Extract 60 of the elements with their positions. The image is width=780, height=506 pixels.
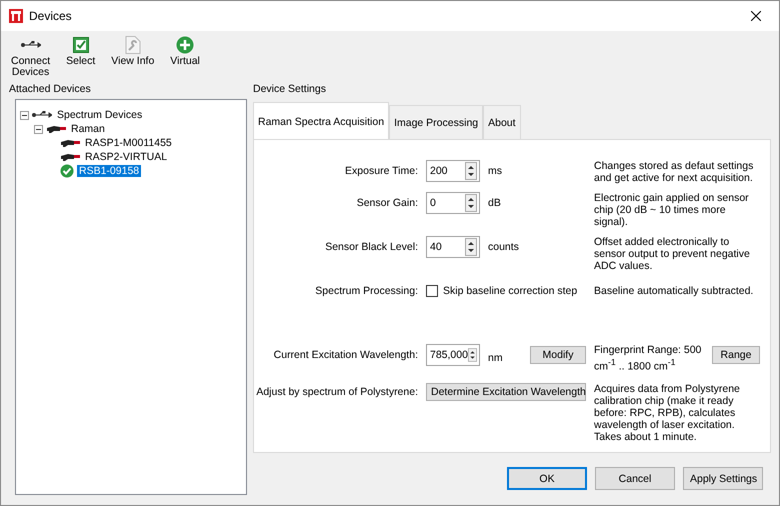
device-icon (60, 152, 80, 162)
tab[interactable]: Raman Spectra Acquisition (253, 102, 390, 140)
spin-field[interactable]: 200 (426, 160, 480, 182)
toolbar-button[interactable]: Select (62, 35, 100, 67)
unit-label: nm (488, 351, 504, 366)
setting-label: Adjust by spectrum of Polystyrene: (255, 384, 418, 400)
spin-arrows-icon (465, 238, 477, 256)
setting-label: Current Excitation Wavelength: (272, 348, 418, 363)
spin-arrows-icon (465, 162, 477, 180)
setting-note: Fingerprint Range: 500 cm$^{-1}$ .. 1800 cm$^{-1}$ (594, 344, 702, 372)
setting-label: Sensor Gain: (356, 196, 418, 211)
modify-button[interactable]: Modify (530, 346, 586, 364)
group-title: Device Settings (253, 83, 327, 97)
spin-arrows-icon (468, 346, 477, 364)
tree-item[interactable]: RASP1-M0011455 (83, 137, 174, 149)
toolbar-button[interactable]: Virtual (166, 35, 204, 67)
collapse-toggle[interactable] (20, 110, 29, 120)
spin-field[interactable]: 40 (426, 236, 480, 258)
dialog-button[interactable]: Apply Settings (683, 467, 763, 490)
dialog-button[interactable]: Cancel (595, 467, 675, 490)
dialog-button[interactable]: OK (507, 467, 587, 490)
window-title: Devices (29, 9, 73, 23)
unit-label: dB (488, 196, 502, 211)
unit-label: ms (488, 164, 503, 179)
spin-arrows-icon (465, 194, 477, 212)
toolbar-button[interactable]: Connect Devices (7, 35, 54, 78)
setting-note: Acquires data from Polystyrene calibration chip (make it ready before: RPC, RPB), calculates wavelength of laser excitation. Takes about 1 minute. (594, 382, 741, 442)
tree-item[interactable]: Raman (69, 123, 107, 135)
plus-circle-icon (176, 36, 194, 54)
checkbox[interactable] (426, 285, 438, 297)
setting-label: Exposure Time: (344, 164, 418, 179)
setting-label: Sensor Black Level: (324, 240, 418, 255)
setting-note: Offset added electronically to sensor output to prevent negative ADC values. (594, 236, 751, 272)
check-circle-icon (60, 164, 74, 178)
tree-item[interactable]: RSB1-09158 (77, 165, 142, 177)
usb-icon (32, 111, 52, 119)
tab[interactable]: Image Processing (389, 105, 484, 139)
document-wrench-icon (124, 36, 141, 54)
app-logo-icon (9, 9, 23, 23)
tree-item[interactable]: RASP2-VIRTUAL (83, 151, 170, 163)
checkbox-icon (72, 37, 89, 53)
device-icon (46, 124, 66, 134)
group-title: Attached Devices (9, 83, 92, 97)
checkbox-label: Skip baseline correction step (443, 285, 578, 297)
setting-note: Changes stored as defaut settings and get active for next acquisition. (594, 160, 754, 184)
spin-field[interactable]: 785,000 (426, 344, 480, 366)
collapse-toggle[interactable] (34, 124, 43, 134)
determine-wavelength-button[interactable]: Determine Excitation Wavelength (426, 382, 586, 400)
range-button[interactable]: Range (712, 346, 760, 364)
tab[interactable]: About (483, 105, 521, 139)
spin-field[interactable]: 0 (426, 192, 480, 214)
setting-label: Spectrum Processing: (314, 284, 418, 299)
close-icon (751, 11, 761, 21)
setting-note: Electronic gain applied on sensor chip (20 dB ~ 10 times more signal). (594, 192, 750, 228)
toolbar-button[interactable]: View Info (107, 35, 158, 67)
unit-label: counts (488, 240, 520, 255)
usb-icon (20, 41, 41, 49)
setting-note: Baseline automatically subtracted. (594, 284, 754, 297)
device-icon (60, 138, 80, 148)
tree-item[interactable]: Spectrum Devices (55, 109, 144, 121)
